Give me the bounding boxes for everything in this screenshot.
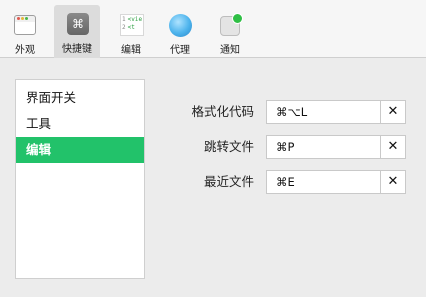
- tab-edit-label: 编辑: [121, 45, 141, 56]
- code-editor-icon: 1 <vie 2 <t: [120, 14, 144, 36]
- preferences-toolbar: 外观 ⌘ 快捷键 1 <vie 2 <t 编辑 代理 通知: [0, 0, 426, 58]
- tab-appearance[interactable]: 外观: [2, 6, 48, 58]
- globe-icon: [169, 14, 192, 37]
- sidebar-item-edit[interactable]: 编辑: [16, 137, 144, 163]
- sidebar-item-interface-toggles[interactable]: 界面开关: [16, 85, 144, 111]
- tab-proxy-label: 代理: [170, 45, 190, 56]
- tab-edit[interactable]: 1 <vie 2 <t 编辑: [108, 6, 154, 58]
- category-sidebar: 界面开关 工具 编辑: [15, 79, 145, 279]
- shortcut-row-recent-files: 最近文件 ⌘E ✕: [180, 170, 406, 194]
- sidebar-item-tools[interactable]: 工具: [16, 111, 144, 137]
- tab-notifications-label: 通知: [220, 45, 240, 56]
- tab-appearance-label: 外观: [15, 45, 35, 56]
- notification-badge: [232, 13, 243, 24]
- shortcut-label: 跳转文件: [203, 139, 254, 154]
- clear-shortcut-button[interactable]: ✕: [381, 100, 406, 124]
- command-key-icon: ⌘: [67, 13, 89, 35]
- shortcut-label: 最近文件: [203, 174, 254, 189]
- shortcut-field[interactable]: ⌘P: [266, 135, 381, 159]
- shortcut-label: 格式化代码: [191, 104, 254, 119]
- shortcut-row-format-code: 格式化代码 ⌘⌥L ✕: [180, 100, 406, 124]
- tab-proxy[interactable]: 代理: [157, 6, 203, 58]
- shortcut-row-goto-file: 跳转文件 ⌘P ✕: [180, 135, 406, 159]
- shortcut-field[interactable]: ⌘E: [266, 170, 381, 194]
- shortcut-field[interactable]: ⌘⌥L: [266, 100, 381, 124]
- notification-icon: [220, 13, 243, 36]
- clear-shortcut-button[interactable]: ✕: [381, 170, 406, 194]
- appearance-icon: [14, 15, 36, 35]
- tab-notifications[interactable]: 通知: [207, 6, 253, 58]
- tab-shortcuts-label: 快捷键: [62, 44, 92, 55]
- tab-shortcuts[interactable]: ⌘ 快捷键: [54, 5, 100, 58]
- clear-shortcut-button[interactable]: ✕: [381, 135, 406, 159]
